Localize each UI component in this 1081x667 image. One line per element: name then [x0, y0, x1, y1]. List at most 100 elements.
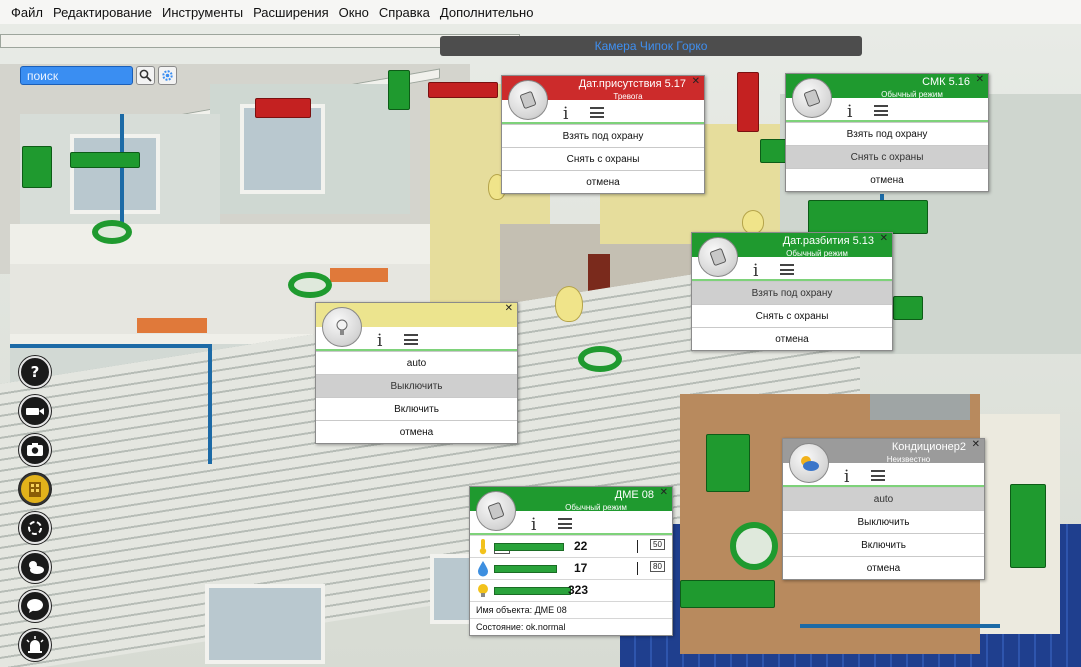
- sensor-device[interactable]: [680, 580, 775, 608]
- sensor-device[interactable]: [1010, 484, 1046, 568]
- divider: [502, 122, 704, 124]
- turn-off-button[interactable]: Выключить: [783, 510, 984, 533]
- menu-tools[interactable]: Инструменты: [161, 3, 244, 22]
- camera-label[interactable]: Камера Чипок Горко: [440, 36, 862, 56]
- divider: [783, 485, 984, 487]
- info-icon[interactable]: i: [847, 102, 852, 122]
- lightbulb-icon: [322, 307, 362, 347]
- arm-button[interactable]: Взять под охрану: [786, 122, 988, 145]
- sensor-device[interactable]: [808, 200, 928, 234]
- cancel-button[interactable]: отмена: [786, 168, 988, 191]
- level-bar: [494, 565, 557, 573]
- menu-icon[interactable]: [780, 264, 794, 275]
- camera-button[interactable]: [19, 395, 51, 427]
- cancel-button[interactable]: отмена: [316, 420, 517, 443]
- pipe: [10, 344, 210, 348]
- search-input[interactable]: [20, 66, 133, 85]
- menu-icon[interactable]: [558, 518, 572, 529]
- device-title: ДМЕ 08: [614, 489, 654, 501]
- info-icon[interactable]: i: [531, 515, 536, 535]
- info-icon[interactable]: i: [753, 261, 758, 281]
- smoke-detector[interactable]: [92, 220, 132, 244]
- lamp[interactable]: [555, 286, 583, 322]
- menu-file[interactable]: Файл: [10, 3, 44, 22]
- rotate-button[interactable]: [19, 512, 51, 544]
- turn-on-button[interactable]: Включить: [783, 533, 984, 556]
- popup-header: Дат.присутствия 5.17 ✕ Тревога i: [502, 76, 704, 124]
- lamp[interactable]: [742, 210, 764, 234]
- tool-panel: ?: [19, 356, 51, 661]
- cancel-button[interactable]: отмена: [502, 170, 704, 193]
- sensor-device[interactable]: [70, 152, 140, 168]
- thermometer-icon: [479, 539, 487, 555]
- turn-off-button[interactable]: Выключить: [316, 374, 517, 397]
- close-icon[interactable]: ✕: [976, 74, 984, 85]
- sensor-device[interactable]: [388, 70, 410, 110]
- cancel-button[interactable]: отмена: [692, 327, 892, 350]
- building-button[interactable]: [19, 473, 51, 505]
- menu-additional[interactable]: Дополнительно: [439, 3, 535, 22]
- arm-button[interactable]: Взять под охрану: [692, 281, 892, 304]
- close-icon[interactable]: ✕: [972, 439, 980, 450]
- sensor-device[interactable]: [22, 146, 52, 188]
- menu-bar: Файл Редактирование Инструменты Расширен…: [0, 0, 1081, 24]
- divider: [316, 349, 517, 351]
- settings-button[interactable]: [158, 66, 177, 85]
- turn-on-button[interactable]: Включить: [316, 397, 517, 420]
- help-button[interactable]: ?: [19, 356, 51, 388]
- close-icon[interactable]: ✕: [880, 233, 888, 244]
- sensor-device[interactable]: [893, 296, 923, 320]
- menu-extensions[interactable]: Расширения: [252, 3, 330, 22]
- menu-icon[interactable]: [874, 105, 888, 116]
- alarm-light-button[interactable]: [19, 629, 51, 661]
- device-status: Неизвестно: [886, 455, 931, 464]
- smoke-detector[interactable]: [730, 522, 778, 570]
- chat-button[interactable]: [19, 590, 51, 622]
- cancel-button[interactable]: отмена: [783, 556, 984, 579]
- smoke-detector[interactable]: [288, 272, 332, 298]
- magnifier-icon: [139, 69, 152, 82]
- close-icon[interactable]: ✕: [660, 487, 668, 498]
- device-status: Обычный режим: [881, 90, 943, 99]
- menu-edit[interactable]: Редактирование: [52, 3, 153, 22]
- alarm-light-icon: [26, 636, 44, 653]
- disarm-button[interactable]: Снять с охраны: [692, 304, 892, 327]
- glassbreak-sensor-popup: Дат.разбития 5.13 ✕ Обычный режим i Взят…: [691, 232, 893, 351]
- sensor-device[interactable]: [760, 139, 788, 163]
- close-icon[interactable]: ✕: [505, 303, 513, 314]
- menu-icon[interactable]: [404, 334, 418, 345]
- alarm-device[interactable]: [428, 82, 498, 98]
- search-button[interactable]: [136, 66, 155, 85]
- sensor-device[interactable]: [706, 434, 750, 492]
- meter-value: 323: [568, 583, 589, 597]
- disarm-button[interactable]: Снять с охраны: [786, 145, 988, 168]
- info-icon[interactable]: i: [844, 467, 849, 487]
- chat-icon: [27, 599, 43, 613]
- divider: [786, 120, 988, 122]
- arm-button[interactable]: Взять под охрану: [502, 124, 704, 147]
- menu-icon[interactable]: [871, 470, 885, 481]
- screenshot-button[interactable]: [19, 434, 51, 466]
- disarm-button[interactable]: Снять с охраны: [502, 147, 704, 170]
- info-icon[interactable]: i: [563, 104, 568, 124]
- popup-header: СМК 5.16 ✕ Обычный режим i: [786, 74, 988, 122]
- device-status: Обычный режим: [786, 249, 848, 258]
- building-icon: [29, 482, 41, 497]
- pipe: [800, 624, 1000, 628]
- temperature-meter: -10 22 50: [470, 535, 672, 557]
- close-icon[interactable]: ✕: [692, 76, 700, 87]
- menu-icon[interactable]: [590, 107, 604, 118]
- menu-help[interactable]: Справка: [378, 3, 431, 22]
- alarm-device[interactable]: [737, 72, 759, 132]
- smoke-detector[interactable]: [578, 346, 622, 372]
- sensor-icon: [508, 80, 548, 120]
- info-icon[interactable]: i: [377, 331, 382, 351]
- menu-window[interactable]: Окно: [338, 3, 370, 22]
- weather-button[interactable]: [19, 551, 51, 583]
- auto-button[interactable]: auto: [783, 487, 984, 510]
- device-title: Дат.присутствия 5.17: [578, 78, 686, 90]
- alarm-device[interactable]: [255, 98, 311, 118]
- search-bar: [20, 66, 177, 85]
- max-limit: 80: [650, 561, 665, 572]
- auto-button[interactable]: auto: [316, 351, 517, 374]
